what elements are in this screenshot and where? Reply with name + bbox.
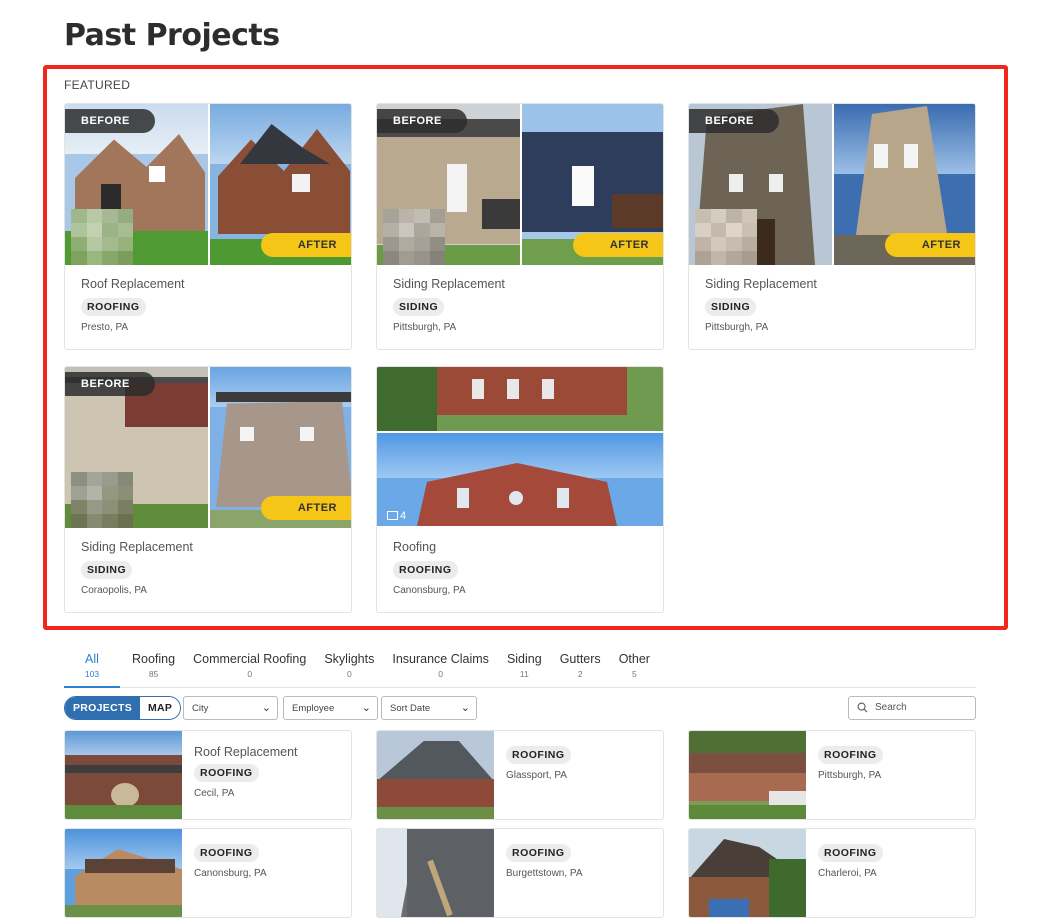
category-tag: SIDING — [393, 298, 445, 316]
featured-card[interactable]: BEFORE AFTER Siding Replacement SIDING P… — [376, 103, 664, 350]
card-location: Glassport, PA — [506, 770, 567, 781]
project-card[interactable]: ROOFING Glassport, PA — [376, 730, 664, 820]
category-tag: ROOFING — [506, 746, 571, 764]
photo-count: 4 — [387, 510, 406, 522]
before-badge: BEFORE — [65, 372, 155, 396]
before-after-image[interactable]: BEFORE AFTER — [65, 104, 351, 265]
project-card[interactable]: ROOFING Burgettstown, PA — [376, 828, 664, 918]
card-location: Charleroi, PA — [818, 868, 877, 879]
project-card[interactable]: ROOFING Charleroi, PA — [688, 828, 976, 918]
project-thumbnail — [377, 731, 494, 819]
card-title: Roofing — [393, 540, 437, 554]
city-select[interactable]: City ⌄ — [183, 696, 278, 720]
card-title: Siding Replacement — [393, 277, 505, 291]
before-after-image[interactable]: BEFORE AFTER — [689, 104, 975, 265]
card-location: Pittsburgh, PA — [393, 322, 457, 333]
project-card[interactable]: Roof Replacement ROOFING Cecil, PA — [64, 730, 352, 820]
category-tag: ROOFING — [393, 561, 458, 579]
before-after-image[interactable]: BEFORE AFTER — [377, 104, 663, 265]
before-badge: BEFORE — [65, 109, 155, 133]
category-tag: SIDING — [81, 561, 133, 579]
map-view-button[interactable]: MAP — [140, 697, 181, 719]
featured-label: FEATURED — [64, 78, 131, 92]
tab-all[interactable]: All 103 — [64, 652, 120, 688]
featured-card[interactable]: 4 Roofing ROOFING Canonsburg, PA — [376, 366, 664, 613]
category-tag: ROOFING — [81, 298, 146, 316]
tab-roofing[interactable]: Roofing 85 — [126, 652, 181, 687]
card-title: Roof Replacement — [194, 745, 298, 759]
card-location: Canonsburg, PA — [194, 868, 267, 879]
tab-other[interactable]: Other 5 — [613, 652, 656, 687]
project-thumbnail — [689, 829, 806, 917]
category-tag: SIDING — [705, 298, 757, 316]
card-location: Presto, PA — [81, 322, 129, 333]
featured-card[interactable]: BEFORE AFTER Siding Replacement SIDING C… — [64, 366, 352, 613]
page-title: Past Projects — [64, 18, 280, 53]
project-thumbnail — [689, 731, 806, 819]
card-location: Coraopolis, PA — [81, 585, 147, 596]
card-title: Siding Replacement — [705, 277, 817, 291]
gallery-icon — [387, 511, 398, 520]
project-photo[interactable]: 4 — [377, 367, 663, 528]
category-tag: ROOFING — [194, 764, 259, 782]
featured-card[interactable]: BEFORE AFTER Siding Replacement SIDING P… — [688, 103, 976, 350]
featured-card[interactable]: BEFORE AFTER Roof Replacement ROOFING Pr… — [64, 103, 352, 350]
after-badge: AFTER — [261, 496, 351, 520]
blurred-region — [695, 209, 757, 265]
category-tag: ROOFING — [194, 844, 259, 862]
project-thumbnail — [65, 829, 182, 917]
before-badge: BEFORE — [377, 109, 467, 133]
search-input[interactable]: Search — [848, 696, 976, 720]
tab-insurance-claims[interactable]: Insurance Claims 0 — [386, 652, 495, 687]
projects-view-button[interactable]: PROJECTS — [65, 697, 140, 719]
sort-select[interactable]: Sort Date ⌄ — [381, 696, 477, 720]
tab-siding[interactable]: Siding 11 — [501, 652, 548, 687]
before-badge: BEFORE — [689, 109, 779, 133]
card-location: Pittsburgh, PA — [818, 770, 882, 781]
tab-skylights[interactable]: Skylights 0 — [318, 652, 380, 687]
card-location: Cecil, PA — [194, 788, 235, 799]
category-tag: ROOFING — [506, 844, 571, 862]
card-location: Canonsburg, PA — [393, 585, 466, 596]
category-tag: ROOFING — [818, 844, 883, 862]
chevron-down-icon: ⌄ — [460, 702, 470, 714]
chevron-down-icon: ⌄ — [261, 702, 271, 714]
card-title: Siding Replacement — [81, 540, 193, 554]
card-location: Pittsburgh, PA — [705, 322, 769, 333]
employee-select[interactable]: Employee ⌄ — [283, 696, 378, 720]
project-card[interactable]: ROOFING Pittsburgh, PA — [688, 730, 976, 820]
tab-commercial-roofing[interactable]: Commercial Roofing 0 — [187, 652, 312, 687]
search-icon — [857, 702, 868, 713]
project-card[interactable]: ROOFING Canonsburg, PA — [64, 828, 352, 918]
project-thumbnail — [65, 731, 182, 819]
project-thumbnail — [377, 829, 494, 917]
card-title: Roof Replacement — [81, 277, 185, 291]
category-tag: ROOFING — [818, 746, 883, 764]
view-toggle: PROJECTS MAP — [64, 696, 182, 720]
tab-gutters[interactable]: Gutters 2 — [554, 652, 607, 687]
blurred-region — [71, 472, 133, 528]
category-tabs: All 103 Roofing 85 Commercial Roofing 0 Sky… — [64, 652, 976, 688]
chevron-down-icon: ⌄ — [361, 702, 371, 714]
before-after-image[interactable]: BEFORE AFTER — [65, 367, 351, 528]
after-badge: AFTER — [885, 233, 975, 257]
blurred-region — [71, 209, 133, 265]
after-badge: AFTER — [261, 233, 351, 257]
card-location: Burgettstown, PA — [506, 868, 583, 879]
filter-bar: PROJECTS MAP City ⌄ Employee ⌄ Sort Date ⌄ … — [64, 696, 976, 720]
blurred-region — [383, 209, 445, 265]
after-badge: AFTER — [573, 233, 663, 257]
